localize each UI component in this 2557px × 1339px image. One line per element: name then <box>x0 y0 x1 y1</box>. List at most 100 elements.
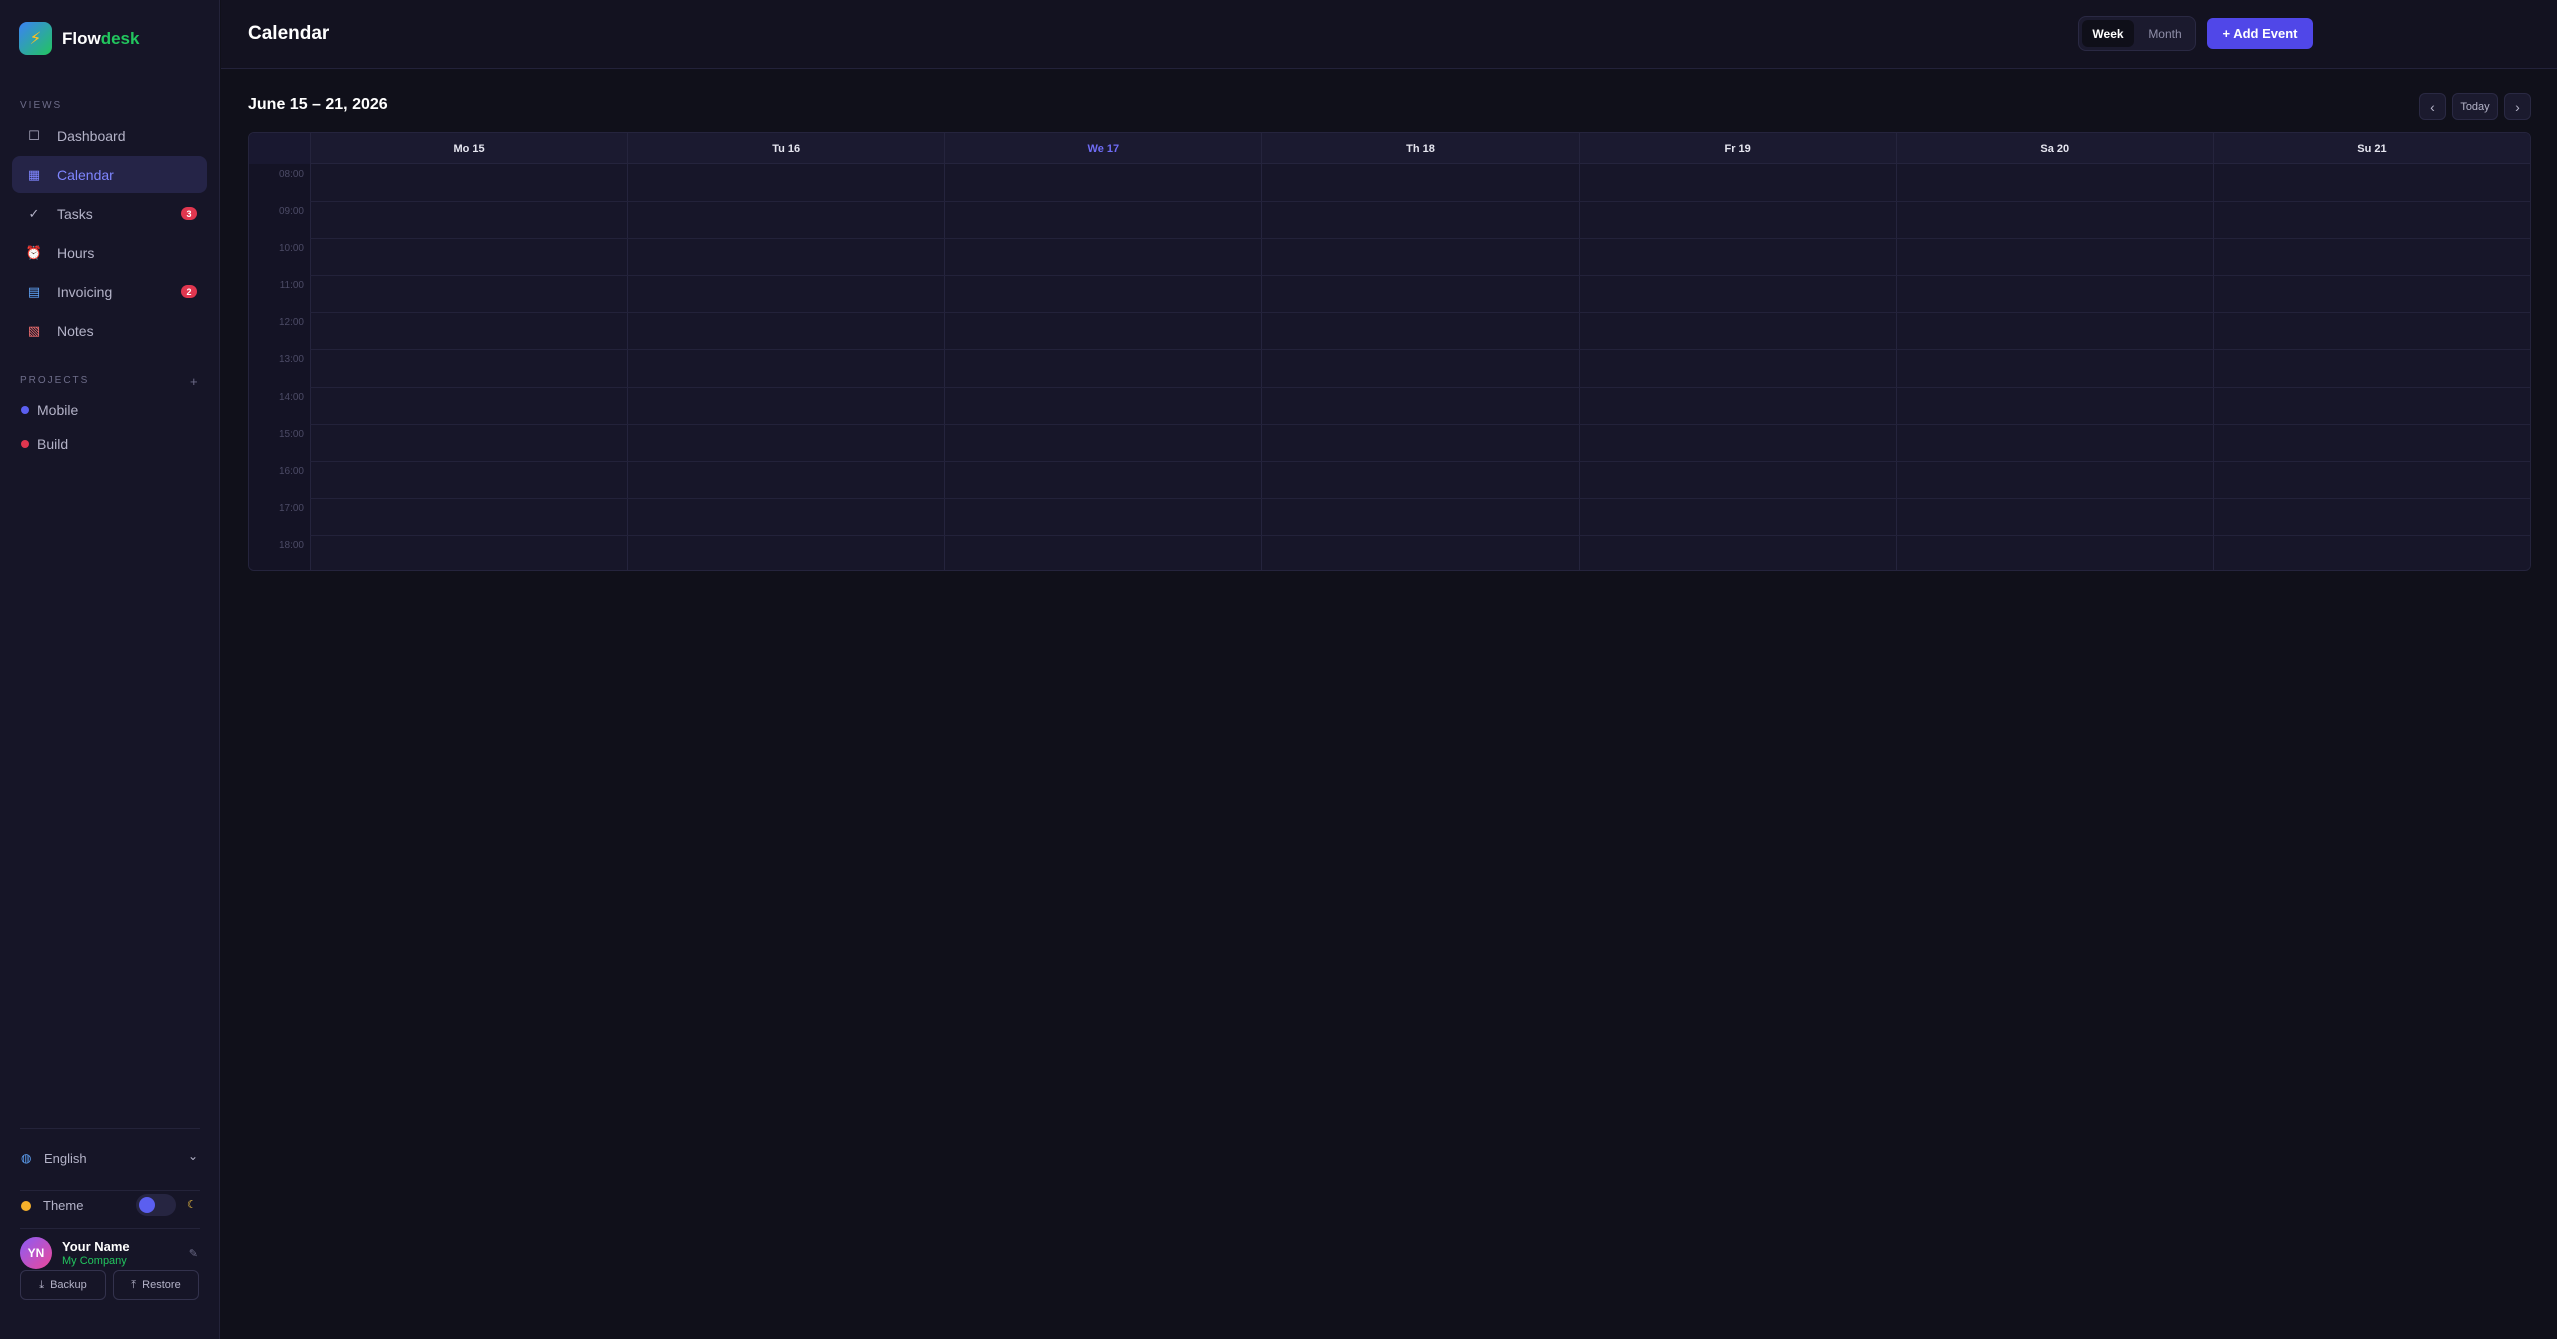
day-column[interactable] <box>944 164 1262 570</box>
calendar-corner <box>249 133 310 164</box>
day-header: We 17 <box>944 133 1261 164</box>
hour-gridline <box>310 497 2530 499</box>
project-label: Build <box>37 436 69 452</box>
project-item-build[interactable]: Build <box>21 436 68 452</box>
day-column[interactable] <box>1578 164 1896 570</box>
views-section-label: VIEWS <box>20 100 63 111</box>
sidebar-item-label: Dashboard <box>57 127 126 144</box>
day-column[interactable] <box>1895 164 2213 570</box>
hour-gridline <box>310 275 2530 277</box>
view-toggle: Week Month <box>2078 16 2196 51</box>
day-header: Mo 15 <box>310 133 627 164</box>
day-column[interactable] <box>2212 164 2530 570</box>
date-range-title: June 15 – 21, 2026 <box>248 96 388 113</box>
sidebar-item-hours[interactable]: ⏰ Hours <box>12 234 207 271</box>
project-label: Mobile <box>37 402 79 418</box>
avatar: YN <box>20 1237 52 1269</box>
theme-label: Theme <box>43 1198 84 1213</box>
sidebar-item-label: Tasks <box>57 205 93 222</box>
invoice-icon: ▤ <box>27 283 41 299</box>
today-button[interactable]: Today <box>2452 93 2498 120</box>
time-label: 11:00 <box>279 280 304 292</box>
projects-section-label: PROJECTS <box>20 375 90 386</box>
tasks-badge: 3 <box>181 207 197 220</box>
hour-gridline <box>310 201 2530 203</box>
edit-icon[interactable]: ✎ <box>189 1247 198 1260</box>
time-label: 09:00 <box>278 206 304 218</box>
sidebar-item-notes[interactable]: ▧ Notes <box>12 312 207 349</box>
time-label: 15:00 <box>278 428 304 440</box>
chevron-down-icon: ⌄ <box>187 1149 198 1163</box>
time-label: 13:00 <box>278 354 304 366</box>
day-header: Fr 19 <box>1578 133 1896 164</box>
sidebar-item-invoicing[interactable]: ▤ Invoicing 2 <box>12 273 207 310</box>
time-label: 10:00 <box>278 243 304 255</box>
week-calendar-grid: Mo 15 Tu 16 We 17 Th 18 Fr 19 Sa 20 Su 21 08:0… <box>248 132 2531 571</box>
language-value: English <box>44 1151 87 1166</box>
check-icon: ✓ <box>28 205 40 221</box>
download-icon: ⤓ <box>39 1278 45 1291</box>
week-view-button[interactable]: Week <box>2082 20 2134 47</box>
time-label: 18:00 <box>278 539 304 551</box>
time-column: 08:00 09:00 10:00 11:00 12:00 13:00 14:00 15:00… <box>249 164 310 570</box>
day-column[interactable] <box>310 164 628 570</box>
sidebar-item-label: Hours <box>57 244 95 261</box>
language-select[interactable]: ◍ English ⌄ <box>20 1128 200 1190</box>
sidebar-item-label: Notes <box>57 322 94 339</box>
sidebar-item-label: Invoicing <box>57 283 113 300</box>
add-event-button[interactable]: + Add Event <box>2207 18 2313 49</box>
moon-icon: ☾ <box>187 1199 197 1211</box>
user-company: My Company <box>62 1255 127 1267</box>
day-header: Th 18 <box>1261 133 1578 164</box>
lightning-icon: ⚡ <box>19 22 52 55</box>
calendar-icon: ▦ <box>27 166 41 182</box>
brand-name: Flowdesk <box>62 28 140 48</box>
square-icon: ☐ <box>28 127 40 143</box>
day-column[interactable] <box>1261 164 1579 570</box>
toggle-knob <box>139 1197 155 1213</box>
clock-icon: ⏰ <box>25 244 43 260</box>
next-week-button[interactable]: › <box>2504 93 2531 120</box>
user-name: Your Name <box>62 1239 130 1254</box>
project-color-dot <box>21 406 29 414</box>
time-label: 16:00 <box>278 465 304 477</box>
restore-label: Restore <box>142 1279 181 1291</box>
calendar-header-row: Mo 15 Tu 16 We 17 Th 18 Fr 19 Sa 20 Su 21 <box>249 133 2530 164</box>
hour-gridline <box>310 423 2530 425</box>
day-header: Tu 16 <box>627 133 944 164</box>
user-profile[interactable]: YN Your Name My Company ✎ <box>20 1228 200 1272</box>
add-project-button[interactable]: + <box>190 374 198 389</box>
backup-label: Backup <box>50 1279 87 1291</box>
hour-gridline <box>310 386 2530 388</box>
month-view-button[interactable]: Month <box>2137 20 2193 47</box>
page-title: Calendar <box>248 23 330 44</box>
sidebar-item-dashboard[interactable]: ☐ Dashboard <box>12 117 207 154</box>
hour-gridline <box>310 238 2530 240</box>
project-item-mobile[interactable]: Mobile <box>21 402 78 418</box>
time-label: 17:00 <box>278 502 304 514</box>
globe-icon: ◍ <box>21 1151 32 1165</box>
previous-week-button[interactable]: ‹ <box>2419 93 2446 120</box>
notes-icon: ▧ <box>27 322 41 338</box>
invoicing-badge: 2 <box>181 285 197 298</box>
day-header: Su 21 <box>2212 133 2530 164</box>
sidebar-item-label: Calendar <box>57 166 114 183</box>
hour-gridline <box>310 460 2530 462</box>
sidebar: ⚡ Flowdesk VIEWS ☐ Dashboard ▦ Calendar … <box>0 0 220 1339</box>
brand[interactable]: ⚡ Flowdesk <box>19 22 139 55</box>
hour-gridline <box>310 534 2530 536</box>
hour-gridline <box>310 312 2530 314</box>
theme-row: Theme ☾ <box>20 1190 200 1226</box>
theme-toggle[interactable] <box>136 1194 176 1216</box>
project-color-dot <box>21 440 29 448</box>
hour-gridline <box>310 349 2530 351</box>
time-label: 08:00 <box>278 169 304 180</box>
restore-button[interactable]: ⤒ Restore <box>113 1270 199 1300</box>
sidebar-item-calendar[interactable]: ▦ Calendar <box>12 156 207 193</box>
time-label: 12:00 <box>278 317 304 329</box>
sun-icon <box>21 1201 31 1211</box>
day-column[interactable] <box>627 164 945 570</box>
backup-button[interactable]: ⤓ Backup <box>20 1270 106 1300</box>
time-label: 14:00 <box>278 391 304 403</box>
sidebar-item-tasks[interactable]: ✓ Tasks 3 <box>12 195 207 232</box>
